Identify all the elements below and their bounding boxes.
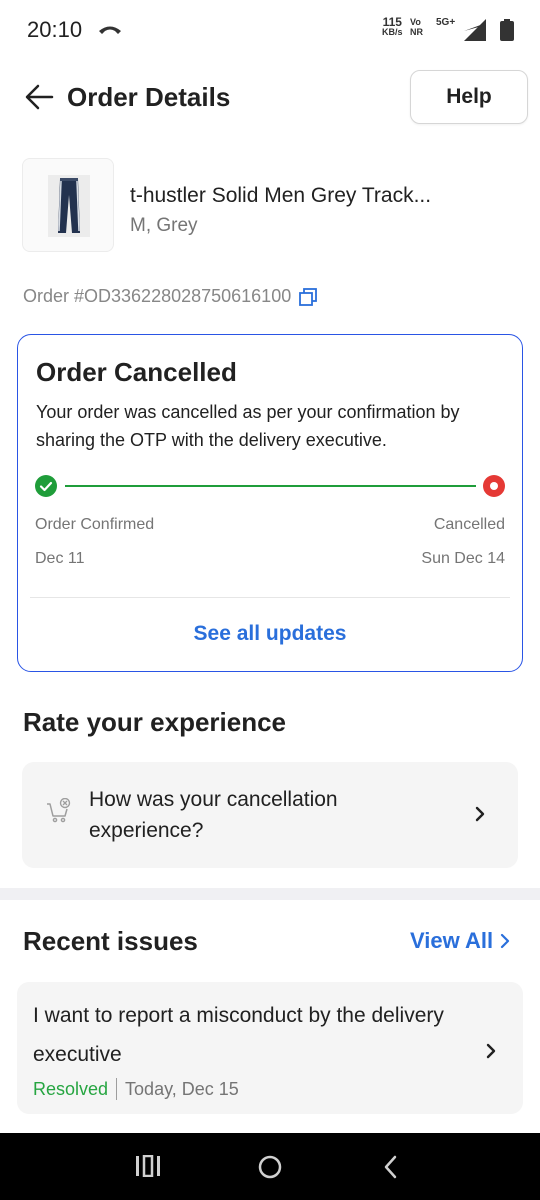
rate-heading: Rate your experience xyxy=(23,707,287,737)
status-time: 20:10 xyxy=(27,17,83,42)
status-bar: 20:10 115 KB/s Vo NR 5G+ xyxy=(0,0,540,60)
recent-apps-icon[interactable] xyxy=(135,1155,161,1177)
help-button[interactable]: Help xyxy=(410,70,528,124)
timeline-start-label: Order Confirmed xyxy=(35,516,155,533)
back-arrow-icon[interactable] xyxy=(24,83,54,111)
timeline-end-dot xyxy=(483,475,505,497)
signal-icon xyxy=(464,19,486,41)
timeline-end-date: Sun Dec 14 xyxy=(421,550,505,567)
product-image[interactable] xyxy=(22,158,114,252)
timeline-line xyxy=(65,485,476,487)
issue-date: Today, Dec 15 xyxy=(125,1078,239,1099)
system-nav-bar xyxy=(0,1133,540,1200)
separator xyxy=(116,1078,118,1100)
chevron-right-icon xyxy=(486,1043,496,1059)
chevron-right-icon xyxy=(501,933,510,949)
network-type: 5G+ xyxy=(436,17,456,28)
recent-issues-heading: Recent issues xyxy=(23,926,198,956)
page-title: Order Details xyxy=(67,82,231,112)
issue-title: I want to report a misconduct by the del… xyxy=(33,1004,444,1066)
see-all-updates-link[interactable]: See all updates xyxy=(18,622,522,646)
battery-icon xyxy=(500,19,514,41)
cart-cancel-icon xyxy=(47,798,71,823)
view-all-link[interactable]: View All xyxy=(410,928,511,954)
issue-meta: Resolved Today, Dec 15 xyxy=(33,1078,239,1100)
net-speed: 115 KB/s xyxy=(382,15,403,37)
track-pants-icon xyxy=(48,175,90,237)
issue-status: Resolved xyxy=(33,1078,109,1099)
issue-card[interactable]: I want to report a misconduct by the del… xyxy=(17,982,523,1114)
view-all-label[interactable]: View All xyxy=(410,928,493,954)
order-status-card: Order Cancelled Your order was cancelled… xyxy=(17,334,523,672)
nav-back-icon[interactable] xyxy=(383,1155,399,1179)
timeline-start-date: Dec 11 xyxy=(35,550,85,567)
rate-question: How was your cancellation experience? xyxy=(89,788,338,842)
check-icon xyxy=(39,481,53,492)
status-title: Order Cancelled xyxy=(36,357,237,387)
copy-icon[interactable] xyxy=(299,287,318,306)
timeline-start-dot xyxy=(35,475,57,497)
volte-indicator: Vo NR xyxy=(410,17,423,37)
timeline-end-label: Cancelled xyxy=(433,516,505,533)
chevron-right-icon xyxy=(475,806,485,822)
call-icon xyxy=(99,26,121,34)
order-id: Order #OD336228028750616100 xyxy=(23,286,292,306)
order-id-row: Order #OD336228028750616100 xyxy=(23,286,318,307)
home-icon[interactable] xyxy=(258,1155,282,1179)
product-title[interactable]: t-hustler Solid Men Grey Track... xyxy=(130,184,431,208)
rate-cancellation-card[interactable]: How was your cancellation experience? xyxy=(22,762,518,868)
status-description: Your order was cancelled as per your con… xyxy=(36,402,460,450)
section-divider xyxy=(0,888,540,900)
product-variant: M, Grey xyxy=(130,215,198,236)
divider xyxy=(30,597,510,598)
